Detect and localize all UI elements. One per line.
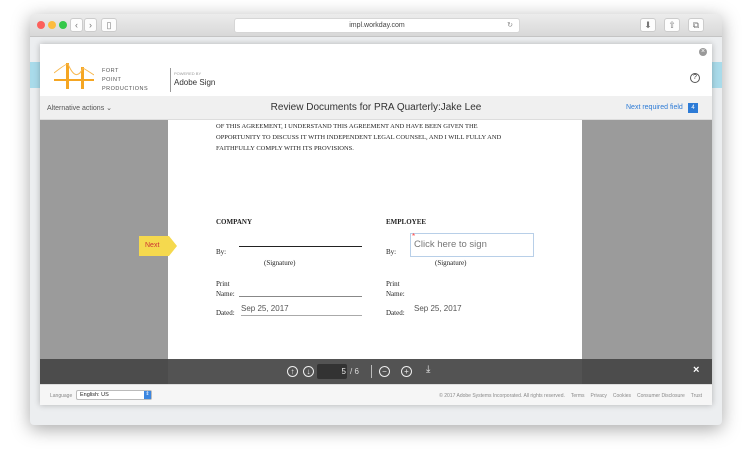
help-button[interactable]: ? xyxy=(690,73,700,83)
document-title: Review Documents for PRA Quarterly:Jake … xyxy=(40,102,712,113)
privacy-link[interactable]: Privacy xyxy=(591,393,607,399)
close-viewer-button[interactable]: × xyxy=(693,364,699,376)
copyright-text: © 2017 Adobe Systems Incorporated. All r… xyxy=(439,393,565,399)
sidebar-icon[interactable]: ▯ xyxy=(101,18,117,32)
page-total: / 6 xyxy=(350,367,359,376)
company-name: FORTPOINTPRODUCTIONS xyxy=(102,67,148,94)
company-heading: COMPANY xyxy=(216,218,252,226)
label: Print xyxy=(386,280,400,288)
required-asterisk-icon: * xyxy=(412,232,415,241)
label: (Signature) xyxy=(264,259,296,267)
reload-icon[interactable]: ↻ xyxy=(507,19,513,33)
viewer-controls: ↑ ↓ 5 / 6 − + ⤓ × xyxy=(40,359,712,384)
next-field-tag[interactable]: Next xyxy=(139,236,169,256)
browser-toolbar: ‹ › ▯ impl.workday.com ↻ ⬇ ⇧ ⧉ xyxy=(30,14,722,37)
adobe-sign-logo: Adobe Sign xyxy=(174,78,215,87)
zoom-out-icon[interactable]: − xyxy=(379,366,390,377)
next-page-icon[interactable]: ↓ xyxy=(303,366,314,377)
language-select[interactable]: English: US⇕ xyxy=(76,390,152,400)
document-viewer: OF THIS AGREEMENT, I UNDERSTAND THIS AGR… xyxy=(40,120,712,384)
label: By: xyxy=(216,248,226,256)
agreement-paragraph: OF THIS AGREEMENT, I UNDERSTAND THIS AGR… xyxy=(216,121,501,154)
company-date-field[interactable]: Sep 25, 2017 xyxy=(241,304,362,316)
cookies-link[interactable]: Cookies xyxy=(613,393,631,399)
powered-by-label: POWERED BY xyxy=(174,71,201,76)
label: (Signature) xyxy=(435,259,467,267)
title-bar: Alternative actions ⌄ Review Documents f… xyxy=(40,96,712,120)
label: Dated: xyxy=(216,309,235,317)
close-window-button[interactable] xyxy=(37,21,45,29)
label: Name: xyxy=(386,290,405,298)
download-icon[interactable]: ⤓ xyxy=(426,364,430,375)
terms-link[interactable]: Terms xyxy=(571,393,585,399)
minimize-window-button[interactable] xyxy=(48,21,56,29)
page-number-input[interactable]: 5 xyxy=(317,364,347,379)
label: Dated: xyxy=(386,309,405,317)
previous-page-icon[interactable]: ↑ xyxy=(287,366,298,377)
label: Name: xyxy=(216,290,235,298)
consumer-disclosure-link[interactable]: Consumer Disclosure xyxy=(637,393,685,399)
label: By: xyxy=(386,248,396,256)
maximize-window-button[interactable] xyxy=(59,21,67,29)
next-required-field-link[interactable]: Next required field xyxy=(626,104,683,111)
zoom-in-icon[interactable]: + xyxy=(401,366,412,377)
back-button[interactable]: ‹ xyxy=(70,18,83,32)
label: Print xyxy=(216,280,230,288)
employee-date-field[interactable]: Sep 25, 2017 xyxy=(414,304,462,313)
modal-header: FORTPOINTPRODUCTIONS POWERED BY Adobe Si… xyxy=(40,44,712,96)
forward-button[interactable]: › xyxy=(84,18,97,32)
browser-window: ‹ › ▯ impl.workday.com ↻ ⬇ ⇧ ⧉ FORTPOINTP… xyxy=(30,14,722,425)
modal-footer: Language English: US⇕ © 2017 Adobe Syste… xyxy=(40,384,712,405)
url-text: impl.workday.com xyxy=(349,22,405,29)
address-bar[interactable]: impl.workday.com ↻ xyxy=(234,18,520,33)
adobe-sign-modal: FORTPOINTPRODUCTIONS POWERED BY Adobe Si… xyxy=(40,44,712,405)
language-label: Language xyxy=(50,393,72,399)
tabs-icon[interactable]: ⧉ xyxy=(688,18,704,32)
select-arrows-icon: ⇕ xyxy=(144,391,151,399)
trust-link[interactable]: Trust xyxy=(691,393,702,399)
golden-gate-logo-icon xyxy=(54,61,94,91)
required-field-count-badge: 4 xyxy=(688,103,698,113)
signature-field[interactable]: *Click here to sign xyxy=(410,233,534,257)
employee-heading: EMPLOYEE xyxy=(386,218,426,226)
downloads-icon[interactable]: ⬇ xyxy=(640,18,656,32)
share-icon[interactable]: ⇧ xyxy=(664,18,680,32)
close-modal-button[interactable]: × xyxy=(699,48,707,56)
document-page: OF THIS AGREEMENT, I UNDERSTAND THIS AGR… xyxy=(168,120,582,384)
